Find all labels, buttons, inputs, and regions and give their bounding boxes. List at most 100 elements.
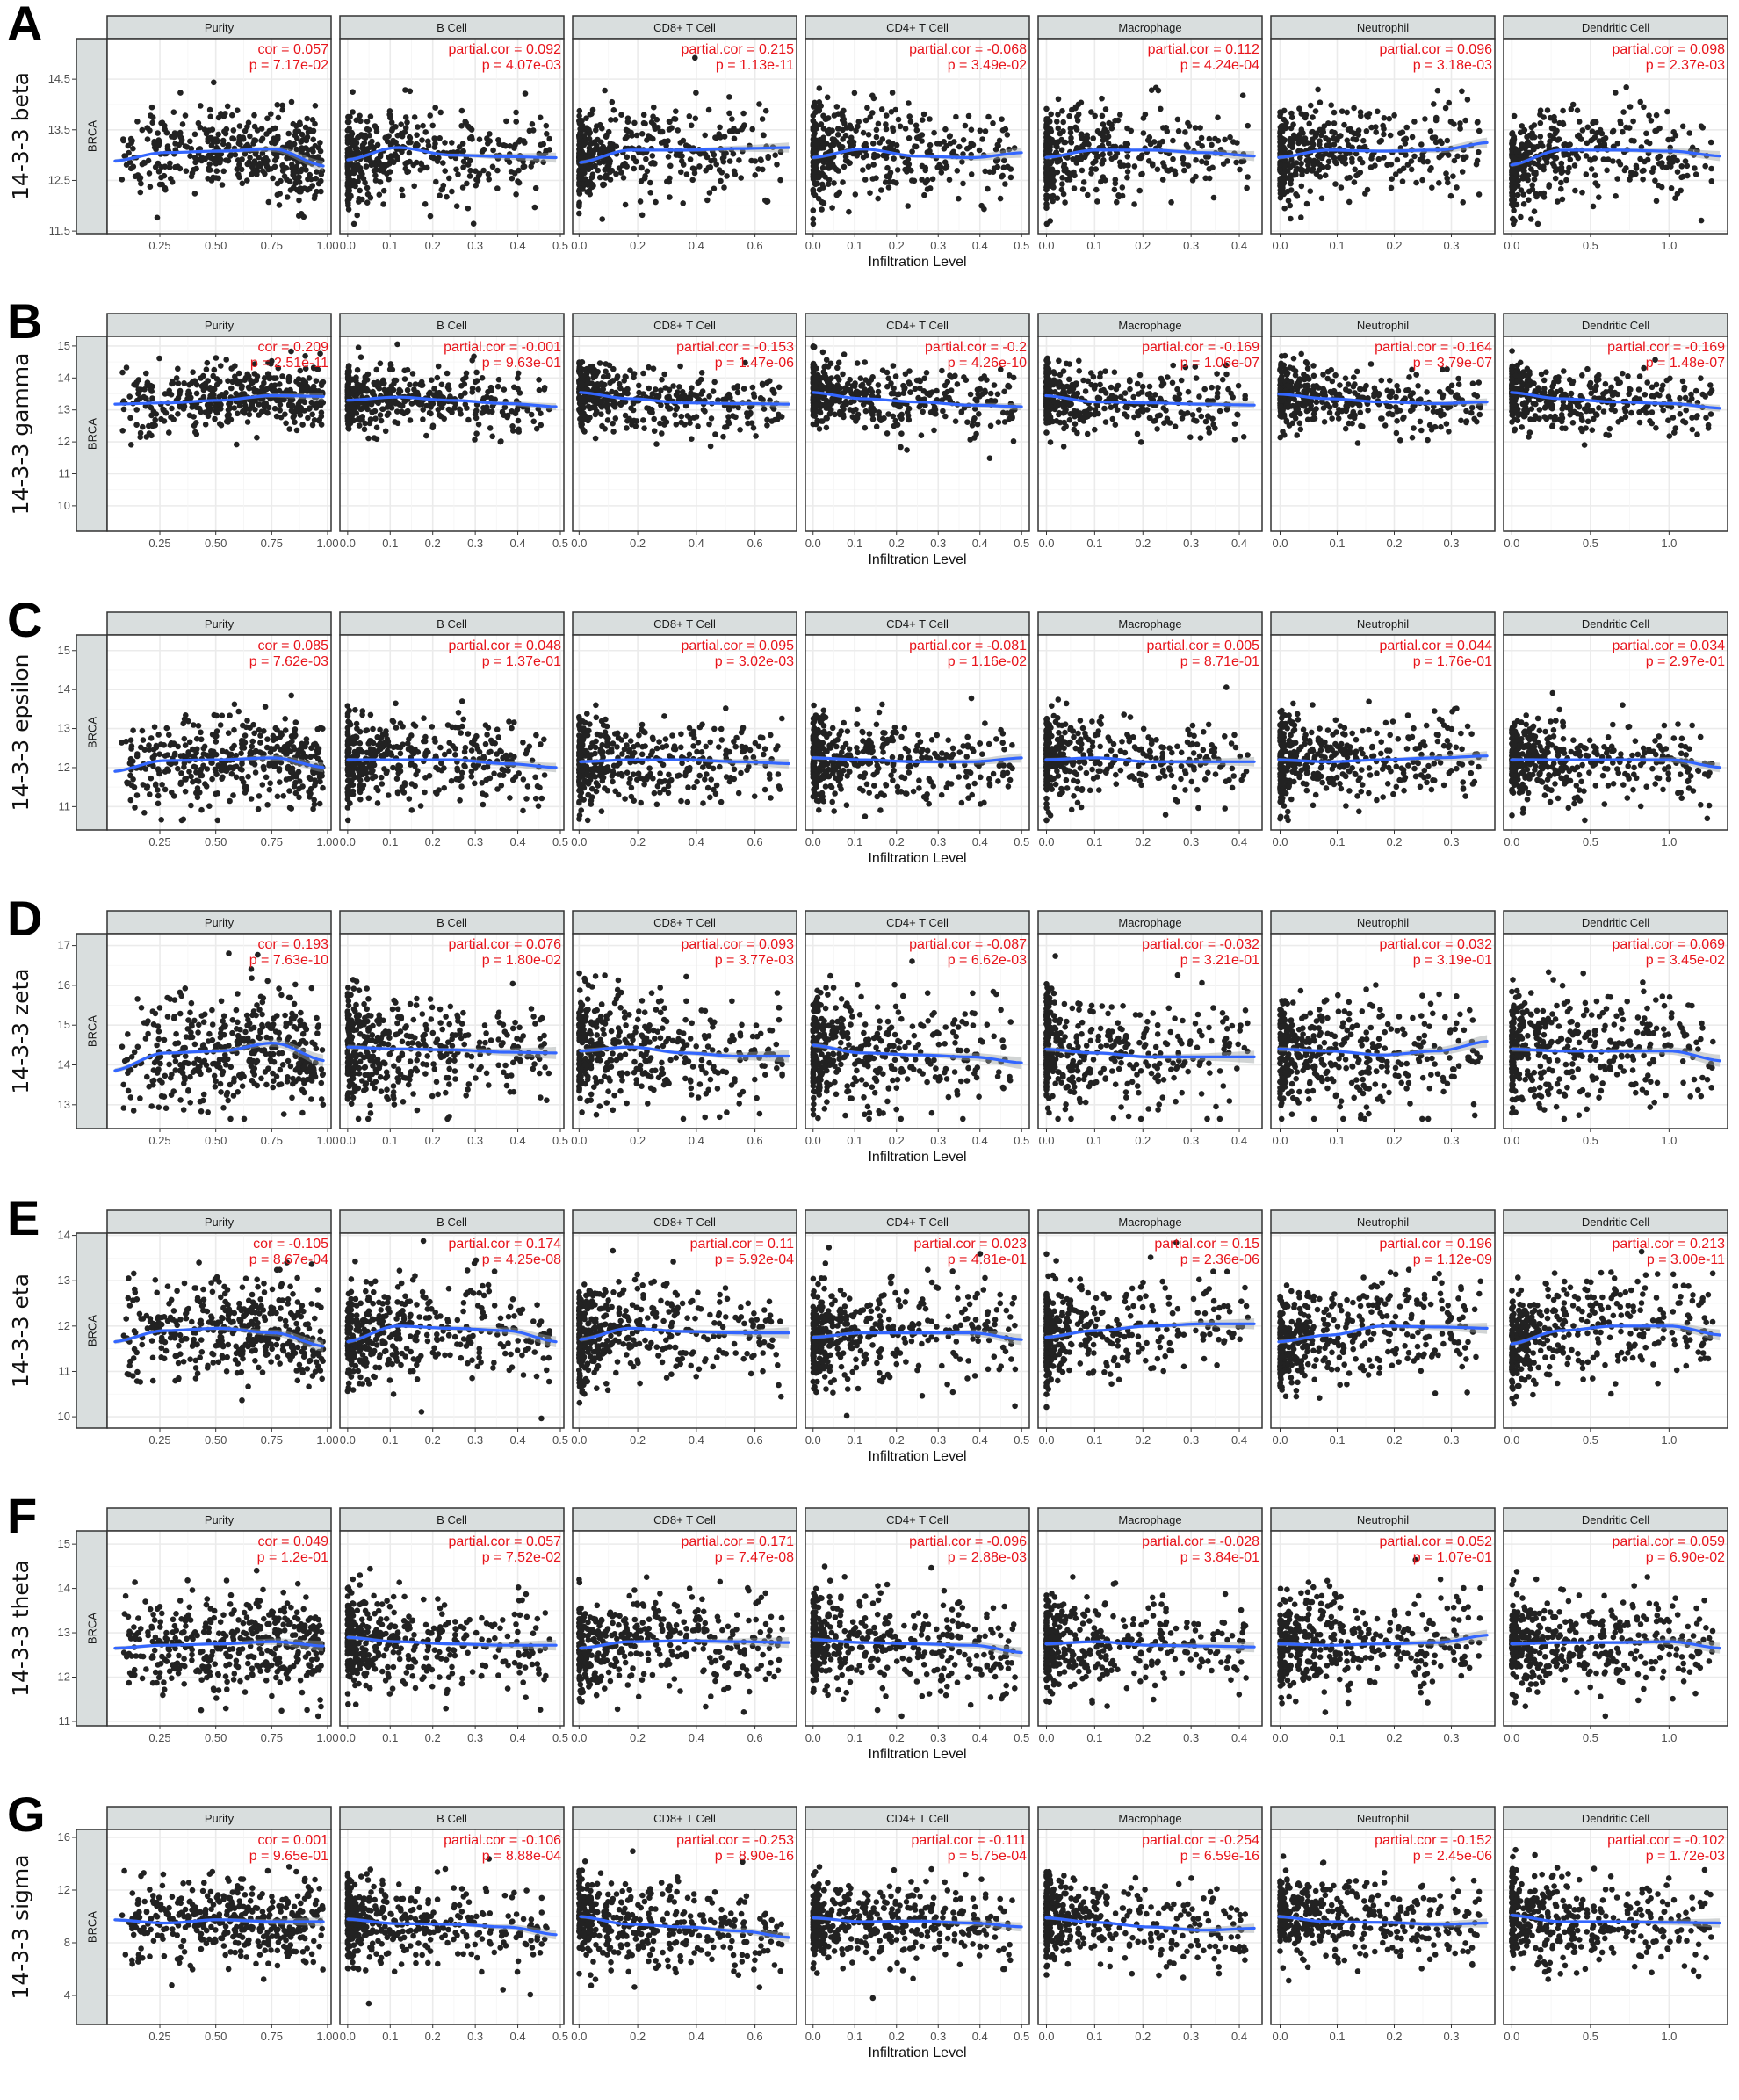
data-point [1131, 201, 1137, 207]
facet-strip-label: CD8+ T Cell [653, 21, 716, 34]
data-point [119, 177, 126, 183]
data-point [1698, 123, 1705, 129]
data-point [515, 386, 521, 393]
data-point [842, 132, 849, 139]
data-point [449, 188, 455, 195]
data-point [261, 379, 267, 386]
data-point [345, 414, 352, 421]
data-point [431, 144, 438, 150]
data-point [1332, 181, 1339, 187]
data-point [1403, 124, 1410, 131]
data-point [1202, 175, 1209, 182]
data-point [1102, 106, 1109, 112]
data-point [633, 132, 640, 139]
data-point [660, 415, 667, 422]
data-point [1460, 199, 1466, 206]
data-point [1079, 186, 1086, 192]
data-point [1537, 119, 1544, 126]
data-point [439, 185, 446, 192]
data-point [254, 387, 260, 394]
y-tick-label: 15 [58, 339, 70, 352]
data-point [297, 121, 304, 128]
data-point [458, 107, 465, 114]
data-point [356, 382, 363, 388]
data-point [894, 422, 901, 429]
x-tick-label: 0.25 [148, 239, 170, 252]
data-point [151, 144, 158, 151]
data-point [700, 407, 707, 413]
data-point [737, 427, 743, 433]
data-point [377, 167, 384, 174]
data-point [677, 140, 684, 146]
data-point [659, 128, 666, 135]
data-point [213, 381, 220, 388]
data-point [588, 148, 595, 154]
data-point [404, 366, 411, 373]
data-point [364, 199, 371, 206]
data-point [1280, 177, 1286, 184]
data-point [1195, 140, 1201, 146]
data-point [819, 349, 826, 356]
data-point [826, 410, 833, 417]
data-point [234, 166, 241, 172]
data-point [891, 179, 897, 185]
data-point [624, 134, 631, 141]
data-point [353, 117, 360, 124]
data-point [422, 129, 429, 135]
data-point [1280, 189, 1287, 196]
data-point [1302, 112, 1310, 119]
data-point [641, 425, 647, 432]
data-point [1186, 123, 1193, 129]
data-point [968, 171, 975, 177]
data-point [429, 377, 435, 384]
data-point [402, 87, 408, 93]
data-point [1093, 166, 1099, 172]
data-point [1159, 177, 1166, 183]
data-point [1071, 185, 1078, 191]
data-point [1001, 388, 1007, 395]
data-point [200, 372, 206, 379]
data-point [698, 391, 704, 397]
facet-panel-purity: Puritycor = 0.057p = 7.17e-020.25 0.50 0.7… [106, 15, 339, 252]
data-point [437, 135, 444, 141]
data-point [1640, 176, 1646, 183]
correlation-label: partial.cor = -0.153 [676, 340, 794, 355]
data-point [501, 386, 508, 393]
data-point [818, 103, 824, 109]
data-point [536, 377, 542, 383]
data-point [254, 127, 261, 134]
data-point [1623, 84, 1629, 90]
data-point [1124, 169, 1131, 175]
p-value-label: p = 1.47e-06 [715, 356, 794, 371]
data-point [1098, 178, 1104, 185]
data-point [218, 363, 224, 369]
data-point [155, 130, 161, 136]
y-tick-label: 11.5 [49, 224, 70, 237]
data-point [680, 200, 686, 206]
data-point [875, 382, 882, 388]
data-point [181, 403, 188, 409]
data-point [132, 173, 139, 180]
data-point [680, 162, 687, 168]
data-point [812, 99, 818, 106]
data-point [850, 407, 856, 414]
facet-strip-label: Neutrophil [1357, 21, 1409, 34]
data-point [522, 90, 529, 97]
data-point [952, 418, 959, 425]
correlation-label: partial.cor = 0.092 [448, 42, 561, 57]
data-point [1046, 182, 1053, 188]
data-point [1373, 129, 1379, 135]
data-point [1614, 176, 1620, 182]
data-point [1077, 155, 1084, 162]
data-point [862, 117, 870, 124]
data-point [420, 416, 426, 422]
data-point [1054, 119, 1060, 125]
data-point [849, 150, 856, 157]
data-point [258, 137, 264, 144]
data-point [677, 363, 683, 370]
data-point [1237, 166, 1243, 173]
data-point [689, 385, 695, 392]
data-point [409, 371, 416, 377]
data-point [586, 126, 592, 134]
data-point [717, 124, 723, 131]
